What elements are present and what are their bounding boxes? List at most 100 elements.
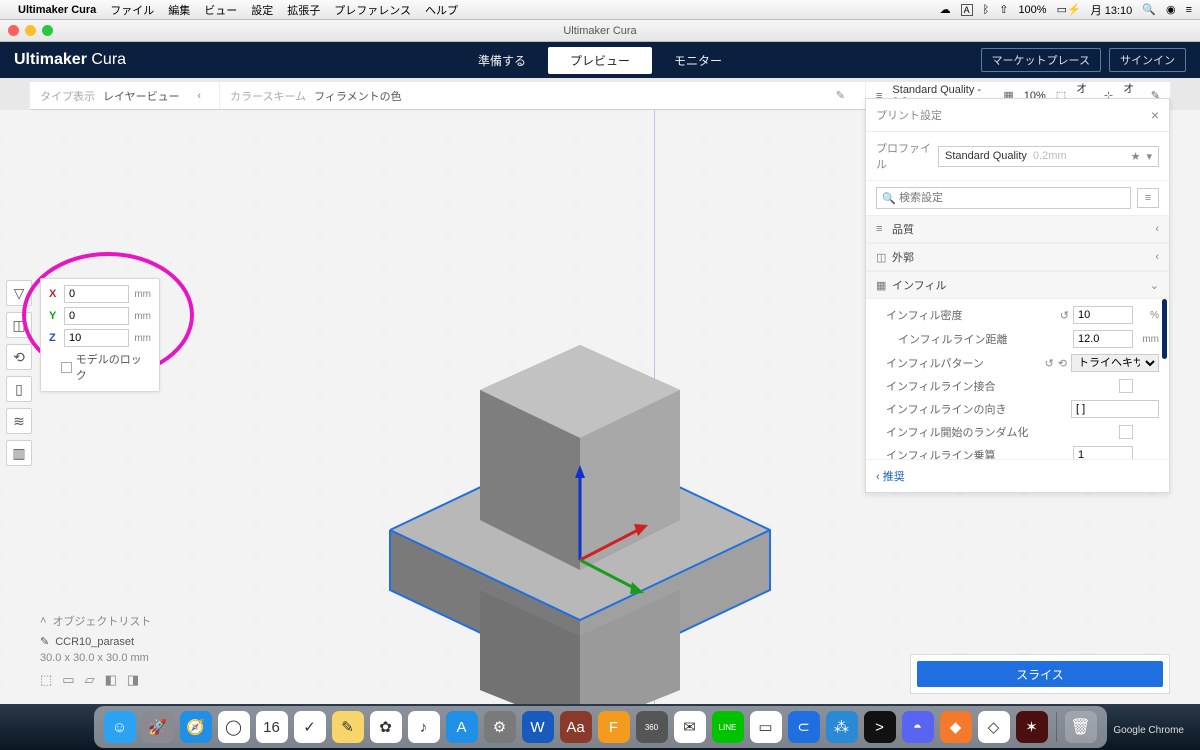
dock-word-icon[interactable]: W [522, 711, 554, 743]
siri-icon[interactable]: ◉ [1166, 3, 1176, 16]
infill-connect-label: インフィルライン接合 [876, 378, 1119, 394]
zoom-icon[interactable] [42, 25, 53, 36]
dock-safari-icon[interactable]: 🧭 [180, 711, 212, 743]
dock-sysprefs-icon[interactable]: ⚙ [484, 711, 516, 743]
link-icon[interactable]: ⟲ [1058, 357, 1067, 370]
infill-dir-input[interactable] [1071, 400, 1159, 418]
tab-preview[interactable]: プレビュー [548, 47, 652, 74]
permodel-tool-icon[interactable]: ≋ [6, 408, 32, 434]
cat-quality[interactable]: ≡ 品質 ‹ [866, 215, 1169, 243]
close-icon[interactable] [8, 25, 19, 36]
traffic-lights[interactable] [8, 25, 53, 36]
dock-music-icon[interactable]: ♪ [408, 711, 440, 743]
dock-app2-icon[interactable]: ◇ [978, 711, 1010, 743]
dock-notes-icon[interactable]: ✎ [332, 711, 364, 743]
move-x-input[interactable] [64, 285, 129, 303]
dock-line-icon[interactable]: LINE [712, 711, 744, 743]
input-icon[interactable]: A [961, 4, 973, 16]
view-left-icon[interactable]: ◧ [105, 672, 117, 688]
rotate-tool-icon[interactable]: ⟲ [6, 344, 32, 370]
pencil-icon[interactable]: ✎ [826, 89, 855, 102]
dock-dict-icon[interactable]: Aa [560, 711, 592, 743]
profile-select[interactable]: Standard Quality 0.2mm ★ ▾ [938, 146, 1159, 167]
chevron-up-icon[interactable]: ˄ [40, 615, 46, 627]
recommended-link[interactable]: 推奨 [866, 459, 1169, 492]
infill-pattern-select[interactable]: トライヘキサゴン [1071, 354, 1159, 372]
cloud-icon[interactable]: ☁ [940, 3, 951, 16]
tab-prepare[interactable]: 準備する [456, 47, 548, 74]
cat-infill[interactable]: ▦ インフィル ⌄ [866, 271, 1169, 299]
hamburger-icon[interactable]: ≡ [1137, 188, 1159, 208]
cube-icon[interactable]: ⬚ [40, 672, 52, 688]
dock-launchpad-icon[interactable]: 🚀 [142, 711, 174, 743]
mirror-tool-icon[interactable]: ▯ [6, 376, 32, 402]
move-y-input[interactable] [64, 307, 129, 325]
star-icon[interactable]: ★ [1131, 150, 1141, 163]
menu-extensions[interactable]: 拡張子 [287, 2, 320, 18]
wifi-icon[interactable]: ⇧ [999, 3, 1008, 16]
spotlight-icon[interactable]: 🔍 [1142, 3, 1156, 16]
chevron-down-icon[interactable]: ▾ [1146, 150, 1152, 163]
chevron-left-icon[interactable]: ‹ [189, 90, 209, 102]
viewtype-value[interactable]: レイヤービュー [103, 88, 180, 104]
dock-f360-icon[interactable]: 360 [636, 711, 668, 743]
infill-mult-label: インフィルライン乗算 [876, 447, 1073, 459]
dock-reminders-icon[interactable]: ✓ [294, 711, 326, 743]
view-top-icon[interactable]: ▱ [85, 672, 95, 688]
minimize-icon[interactable] [25, 25, 36, 36]
dock-photos-icon[interactable]: ✿ [370, 711, 402, 743]
dock-audio-icon[interactable]: ⁂ [826, 711, 858, 743]
infill-random-check[interactable] [1119, 425, 1133, 439]
view-right-icon[interactable]: ◨ [127, 672, 139, 688]
dock-calendar-icon[interactable]: 16 [256, 711, 288, 743]
menubar-app[interactable]: Ultimaker Cura [18, 4, 96, 16]
dock-finder-icon[interactable]: ☺ [104, 711, 136, 743]
scale-tool-icon[interactable]: ◫ [6, 312, 32, 338]
view-front-icon[interactable]: ▭ [62, 672, 74, 688]
close-icon[interactable]: × [1151, 107, 1159, 123]
dock-term-icon[interactable]: > [864, 711, 896, 743]
bluetooth-icon[interactable]: ᛒ [983, 4, 990, 16]
infill-mult-input[interactable] [1073, 446, 1133, 459]
dock-mail-icon[interactable]: ✉ [674, 711, 706, 743]
reset-icon[interactable]: ↺ [1045, 357, 1054, 370]
marketplace-button[interactable]: マーケットプレース [981, 48, 1101, 72]
scheme-value[interactable]: フィラメントの色 [314, 88, 401, 104]
objlist-item[interactable]: ✎ CCR10_paraset [40, 635, 151, 648]
signin-button[interactable]: サインイン [1109, 48, 1186, 72]
settings-search-input[interactable] [876, 187, 1131, 209]
menu-preferences[interactable]: プレファレンス [334, 2, 411, 18]
dock-appstore-icon[interactable]: A [446, 711, 478, 743]
tab-monitor[interactable]: モニター [652, 47, 744, 74]
model-preview[interactable] [380, 260, 780, 704]
trash-icon[interactable]: 🗑 [1065, 711, 1097, 743]
menu-file[interactable]: ファイル [110, 2, 154, 18]
lock-model-checkbox[interactable]: モデルのロック [61, 351, 151, 383]
infill-density-input[interactable] [1073, 306, 1133, 324]
infill-linedist-input[interactable] [1073, 330, 1133, 348]
reset-icon[interactable]: ↺ [1060, 309, 1069, 322]
infill-connect-check[interactable] [1119, 379, 1133, 393]
objlist-header[interactable]: ˄ オブジェクトリスト [40, 613, 151, 629]
menu-settings[interactable]: 設定 [251, 2, 273, 18]
menu-edit[interactable]: 編集 [168, 2, 190, 18]
dock-cura-icon[interactable]: ⊂ [788, 711, 820, 743]
move-tool-icon[interactable]: ▽ [6, 280, 32, 306]
dock-app1-icon[interactable]: ▭ [750, 711, 782, 743]
cat-shell[interactable]: ◫ 外郭 ‹ [866, 243, 1169, 271]
axis-x-label: X [49, 288, 59, 300]
menu-view[interactable]: ビュー [204, 2, 237, 18]
checkbox-icon[interactable] [61, 362, 72, 373]
notif-icon[interactable]: ≡ [1186, 4, 1192, 16]
dock-app3-icon[interactable]: ✶ [1016, 711, 1048, 743]
dock-fusion-icon[interactable]: F [598, 711, 630, 743]
menu-help[interactable]: ヘルプ [425, 2, 458, 18]
support-blocker-icon[interactable]: ▥ [6, 440, 32, 466]
slice-button[interactable]: スライス [917, 661, 1163, 687]
dock-chrome-icon[interactable]: ◯ [218, 711, 250, 743]
scrollbar-thumb[interactable] [1162, 299, 1167, 359]
dock-blender-icon[interactable]: ◆ [940, 711, 972, 743]
move-z-input[interactable] [64, 329, 129, 347]
slice-panel: スライス [910, 654, 1170, 694]
dock-discord-icon[interactable]: ◓ [902, 711, 934, 743]
